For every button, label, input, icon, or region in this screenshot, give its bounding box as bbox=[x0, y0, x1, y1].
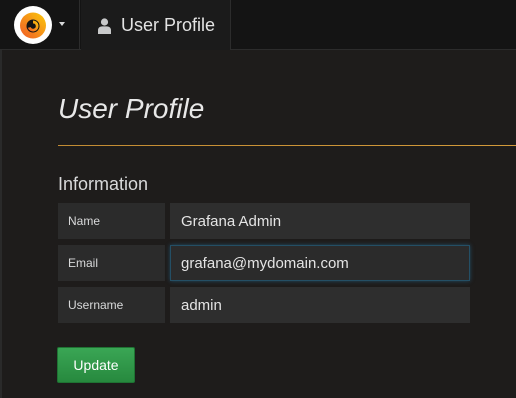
username-input[interactable] bbox=[170, 287, 470, 323]
page-title: User Profile bbox=[58, 93, 205, 124]
name-label: Name bbox=[58, 203, 165, 239]
breadcrumb-user-profile[interactable]: User Profile bbox=[81, 0, 231, 50]
breadcrumb-label: User Profile bbox=[121, 15, 216, 35]
grafana-logo-icon bbox=[14, 6, 52, 44]
update-button[interactable]: Update bbox=[57, 347, 135, 383]
caret-down-icon bbox=[59, 22, 65, 26]
grafana-menu-button[interactable] bbox=[0, 0, 80, 50]
name-input[interactable] bbox=[170, 203, 470, 239]
section-title-information: Information bbox=[58, 174, 149, 194]
user-icon bbox=[98, 18, 111, 34]
top-navbar: User Profile bbox=[0, 0, 516, 50]
email-label: Email bbox=[58, 245, 165, 281]
sidebar-edge bbox=[0, 50, 2, 398]
email-input[interactable] bbox=[170, 245, 470, 281]
title-divider bbox=[58, 145, 516, 146]
username-label: Username bbox=[58, 287, 165, 323]
